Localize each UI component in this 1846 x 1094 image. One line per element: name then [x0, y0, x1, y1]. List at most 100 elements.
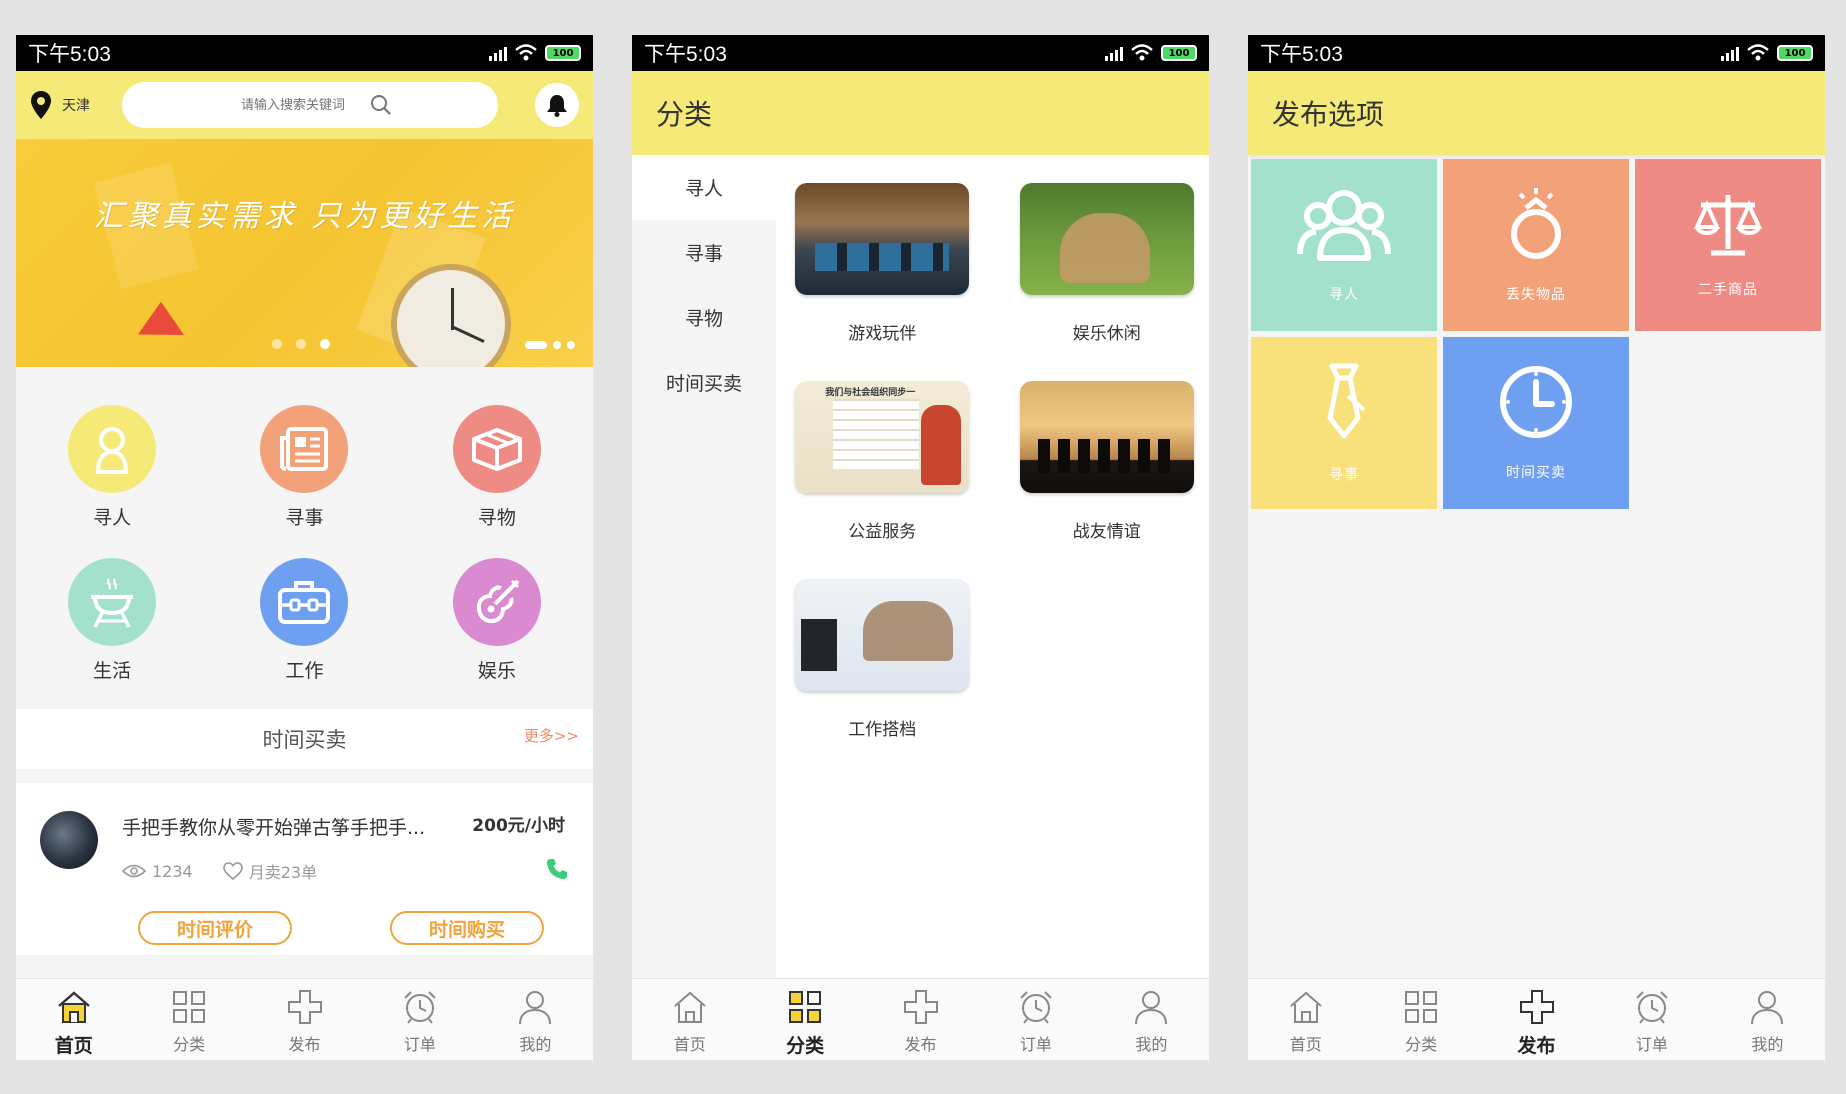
subcategory-public-service[interactable]: 我们与社会组织同步一 公益服务 — [790, 381, 975, 579]
time-trade-card[interactable]: 手把手教你从零开始弹古筝手把手... 200元/小时 1234 月卖23单 时间… — [16, 783, 593, 955]
tab-publish[interactable]: 发布 — [247, 979, 362, 1060]
publish-option-time-trade[interactable]: 时间买卖 — [1443, 337, 1629, 509]
alarm-clock-icon — [1632, 987, 1672, 1027]
more-link[interactable]: 更多>> — [524, 725, 579, 746]
grid-icon — [785, 987, 825, 1027]
people-group-icon — [1297, 190, 1391, 261]
eye-icon — [122, 864, 146, 878]
search-icon[interactable] — [370, 94, 392, 116]
search-bar[interactable] — [122, 82, 498, 128]
box-icon — [452, 405, 541, 493]
guitar-icon — [452, 558, 541, 646]
category-body: 寻人 寻事 寻物 时间买卖 游戏玩伴 娱乐休闲 我们与社会组织同步一 公益服务 — [632, 155, 1209, 978]
sidebar-item-find-person[interactable]: 寻人 — [632, 155, 776, 220]
tab-mine[interactable]: 我的 — [1710, 979, 1825, 1060]
clock-illustration — [391, 264, 511, 367]
category-label: 寻人 — [93, 507, 132, 529]
subcategory-game-partner[interactable]: 游戏玩伴 — [790, 183, 975, 381]
location-pin-icon[interactable] — [30, 90, 52, 120]
category-screen: 下午5:03 100 分类 寻人 寻事 寻物 时间买卖 游戏玩伴 娱乐休闲 我们… — [632, 35, 1209, 1060]
subcategory-leisure[interactable]: 娱乐休闲 — [1015, 183, 1200, 381]
signal-icon — [1721, 45, 1739, 61]
city-label[interactable]: 天津 — [62, 95, 112, 115]
wifi-icon — [515, 44, 537, 61]
category-label: 寻事 — [285, 507, 324, 529]
bottom-tab-bar: 首页 分类 发布 订单 我的 — [632, 978, 1209, 1060]
game-room-image — [795, 183, 970, 295]
signal-icon — [489, 45, 507, 61]
publish-option-find-person[interactable]: 寻人 — [1251, 159, 1437, 331]
category-entertainment[interactable]: 娱乐 — [401, 558, 593, 683]
scale-icon — [1693, 195, 1763, 256]
home-icon — [1286, 987, 1326, 1027]
category-life[interactable]: 生活 — [16, 558, 208, 683]
user-icon — [515, 987, 555, 1027]
publish-screen: 下午5:03 100 发布选项 寻人 丢失物品 二手商品 寻事 时间买卖 首页 … — [1248, 35, 1825, 1060]
carousel-dots[interactable] — [272, 339, 330, 349]
soldiers-silhouette-image — [1019, 381, 1194, 493]
avatar[interactable] — [40, 811, 98, 869]
ring-icon — [1511, 188, 1561, 259]
tab-mine[interactable]: 我的 — [478, 979, 593, 1060]
subcategory-grid: 游戏玩伴 娱乐休闲 我们与社会组织同步一 公益服务 战友情谊 工作搭档 — [776, 155, 1209, 978]
time-buy-button[interactable]: 时间购买 — [390, 911, 544, 945]
time-review-button[interactable]: 时间评价 — [138, 911, 292, 945]
heart-icon[interactable] — [222, 862, 243, 880]
alarm-clock-icon — [400, 987, 440, 1027]
tab-orders[interactable]: 订单 — [362, 979, 477, 1060]
alarm-clock-icon — [1016, 987, 1056, 1027]
time-trade-section-header: 时间买卖 更多>> — [16, 709, 593, 769]
subcategory-comrades[interactable]: 战友情谊 — [1015, 381, 1200, 579]
sidebar-item-find-task[interactable]: 寻事 — [632, 220, 776, 285]
status-bar: 下午5:03 100 — [1248, 35, 1825, 71]
publish-options-grid: 寻人 丢失物品 二手商品 寻事 时间买卖 — [1248, 155, 1825, 509]
promo-banner[interactable]: 汇聚真实需求 只为更好生活 — [16, 139, 593, 367]
status-time: 下午5:03 — [644, 43, 727, 66]
user-icon — [1747, 987, 1787, 1027]
sidebar-item-find-item[interactable]: 寻物 — [632, 285, 776, 350]
search-input[interactable] — [228, 97, 358, 113]
subcategory-work-partner[interactable]: 工作搭档 — [790, 579, 975, 777]
plus-icon — [285, 987, 325, 1027]
newspaper-icon — [260, 405, 349, 493]
phone-call-icon[interactable] — [545, 857, 569, 881]
plus-icon — [901, 987, 941, 1027]
bottom-tab-bar: 首页 分类 发布 订单 我的 — [16, 978, 593, 1060]
category-grid: 寻人 寻事 寻物 生活 工作 娱乐 — [16, 367, 593, 703]
category-find-task[interactable]: 寻事 — [208, 405, 400, 530]
tab-orders[interactable]: 订单 — [978, 979, 1093, 1060]
item-title[interactable]: 手把手教你从零开始弹古筝手把手... — [122, 813, 452, 840]
publish-option-second-hand[interactable]: 二手商品 — [1635, 159, 1821, 331]
tab-category[interactable]: 分类 — [747, 979, 862, 1060]
notification-button[interactable] — [535, 83, 579, 127]
publish-option-lost-item[interactable]: 丢失物品 — [1443, 159, 1629, 331]
tab-publish[interactable]: 发布 — [863, 979, 978, 1060]
wifi-icon — [1747, 44, 1769, 61]
tab-mine[interactable]: 我的 — [1094, 979, 1209, 1060]
category-find-item[interactable]: 寻物 — [401, 405, 593, 530]
sidebar-item-time-trade[interactable]: 时间买卖 — [632, 350, 776, 415]
tab-category[interactable]: 分类 — [1363, 979, 1478, 1060]
clock-icon — [1500, 366, 1572, 438]
carousel-indicator — [525, 341, 575, 349]
tab-orders[interactable]: 订单 — [1594, 979, 1709, 1060]
section-title: 时间买卖 — [262, 728, 347, 752]
status-bar: 下午5:03 100 — [16, 35, 593, 71]
publish-option-find-task[interactable]: 寻事 — [1251, 337, 1437, 509]
page-title: 分类 — [632, 71, 1209, 155]
category-label: 工作 — [285, 660, 324, 682]
signal-icon — [1105, 45, 1123, 61]
tab-category[interactable]: 分类 — [131, 979, 246, 1060]
status-bar: 下午5:03 100 — [632, 35, 1209, 71]
bbq-grill-icon — [68, 558, 157, 646]
home-header: 天津 — [16, 71, 593, 139]
tab-home[interactable]: 首页 — [632, 979, 747, 1060]
tab-home[interactable]: 首页 — [1248, 979, 1363, 1060]
category-work[interactable]: 工作 — [208, 558, 400, 683]
battery-icon: 100 — [545, 45, 581, 61]
category-find-person[interactable]: 寻人 — [16, 405, 208, 530]
tab-publish[interactable]: 发布 — [1479, 979, 1594, 1060]
person-icon — [68, 405, 157, 493]
tab-home[interactable]: 首页 — [16, 979, 131, 1060]
category-label: 寻物 — [477, 507, 516, 529]
